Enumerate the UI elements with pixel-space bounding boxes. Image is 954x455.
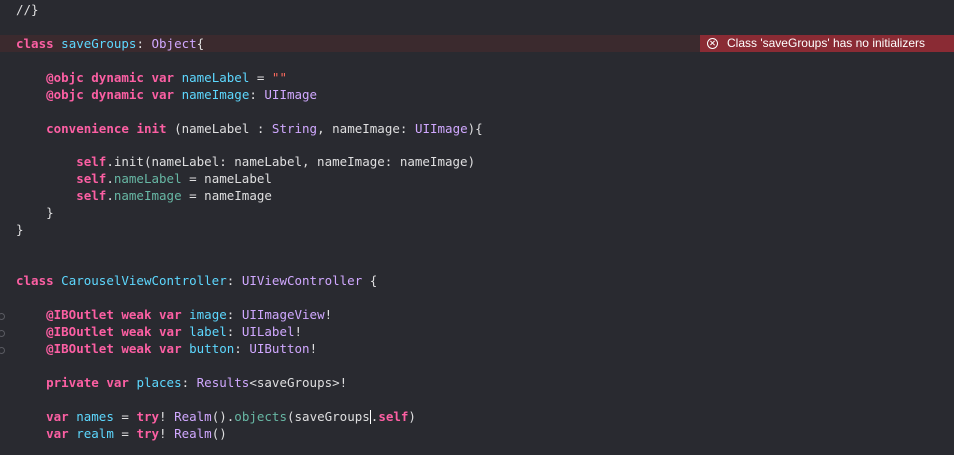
type-name: UILabel — [241, 324, 295, 339]
code-line[interactable]: } — [0, 204, 954, 221]
error-circle-x-icon — [707, 38, 718, 49]
punctuation: : — [136, 36, 152, 51]
keyword: var — [46, 409, 69, 424]
code-line[interactable]: var names = try! Realm().objects(saveGro… — [0, 408, 954, 425]
attribute: @objc — [46, 70, 84, 85]
code-line[interactable]: self.init(nameLabel: nameLabel, nameImag… — [0, 153, 954, 170]
code-line[interactable]: self.nameLabel = nameLabel — [0, 170, 954, 187]
keyword: init — [136, 121, 167, 136]
error-annotation[interactable]: Class 'saveGroups' has no initializers — [700, 35, 954, 52]
keyword: dynamic — [91, 87, 144, 102]
generic-type-arg: saveGroups — [256, 375, 333, 390]
type-name: UIButton — [249, 341, 310, 356]
punctuation: { — [196, 36, 205, 51]
property-name: nameLabel — [181, 70, 250, 85]
keyword: private — [46, 375, 99, 390]
keyword: var — [159, 324, 182, 339]
property-name: names — [76, 409, 114, 424]
keyword: try — [136, 426, 160, 441]
keyword: convenience — [46, 121, 129, 136]
init-call: init(nameLabel: nameLabel, nameImage: na… — [113, 154, 476, 169]
keyword: class — [16, 36, 54, 51]
attribute: @IBOutlet — [46, 324, 114, 339]
type-name: UIImage — [264, 87, 318, 102]
parameter-name: nameLabel — [181, 121, 250, 136]
code-line[interactable]: private var places: Results<saveGroups>! — [0, 374, 954, 391]
keyword: var — [159, 307, 182, 322]
variable-ref: nameImage — [204, 188, 272, 203]
property-ref: nameLabel — [113, 171, 182, 186]
code-line[interactable]: //} — [0, 1, 954, 18]
type-name: UIImageView — [241, 307, 325, 322]
keyword: self — [76, 188, 107, 203]
keyword: var — [159, 341, 182, 356]
attribute: @IBOutlet — [46, 341, 114, 356]
type-name: Realm — [174, 426, 212, 441]
code-line[interactable]: @IBOutlet weak var label: UILabel! — [0, 323, 954, 340]
property-name: button — [189, 341, 235, 356]
attribute: @objc — [46, 87, 84, 102]
code-line[interactable]: @objc dynamic var nameLabel = "" — [0, 69, 954, 86]
code-line[interactable]: @objc dynamic var nameImage: UIImage — [0, 86, 954, 103]
parameter-name: nameImage — [332, 121, 400, 136]
class-name: saveGroups — [61, 36, 137, 51]
type-name: UIImage — [414, 121, 468, 136]
keyword: try — [136, 409, 160, 424]
keyword: var — [151, 87, 175, 102]
keyword: self — [76, 154, 107, 169]
error-message: Class 'saveGroups' has no initializers — [727, 36, 925, 50]
keyword: var — [46, 426, 69, 441]
keyword: self — [76, 171, 107, 186]
property-ref: nameImage — [113, 188, 182, 203]
class-name: CarouselViewController — [61, 273, 227, 288]
string-literal: "" — [271, 70, 287, 85]
code-line[interactable]: @IBOutlet weak var image: UIImageView! — [0, 306, 954, 323]
property-name: image — [189, 307, 227, 322]
property-name: label — [189, 324, 227, 339]
variable-ref: nameLabel — [204, 171, 272, 186]
keyword: class — [16, 273, 54, 288]
keyword: var — [106, 375, 129, 390]
type-name: Realm — [174, 409, 212, 424]
type-name: Results — [196, 375, 250, 390]
keyword: weak — [121, 341, 152, 356]
code-line[interactable]: self.nameImage = nameImage — [0, 187, 954, 204]
method-call: objects — [234, 409, 287, 424]
type-ref: saveGroups — [294, 409, 370, 424]
code-line[interactable]: class CarouselViewController: UIViewCont… — [0, 272, 954, 289]
keyword: dynamic — [91, 70, 144, 85]
keyword: var — [151, 70, 175, 85]
code-line[interactable]: @IBOutlet weak var button: UIButton! — [0, 340, 954, 357]
code-line[interactable]: convenience init (nameLabel : String, na… — [0, 120, 954, 137]
code-line[interactable]: var realm = try! Realm() — [0, 425, 954, 442]
superclass-name: Object — [151, 36, 197, 51]
keyword: self — [378, 409, 409, 424]
comment-text: //} — [16, 2, 39, 17]
code-editor[interactable]: //} class saveGroups: Object{ Class 'sav… — [0, 0, 954, 455]
attribute: @IBOutlet — [46, 307, 114, 322]
keyword: weak — [121, 324, 152, 339]
keyword: weak — [121, 307, 152, 322]
type-name: String — [271, 121, 318, 136]
property-name: nameImage — [181, 87, 250, 102]
superclass-name: UIViewController — [241, 273, 363, 288]
code-line[interactable]: } — [0, 221, 954, 238]
property-name: realm — [76, 426, 114, 441]
property-name: places — [136, 375, 182, 390]
